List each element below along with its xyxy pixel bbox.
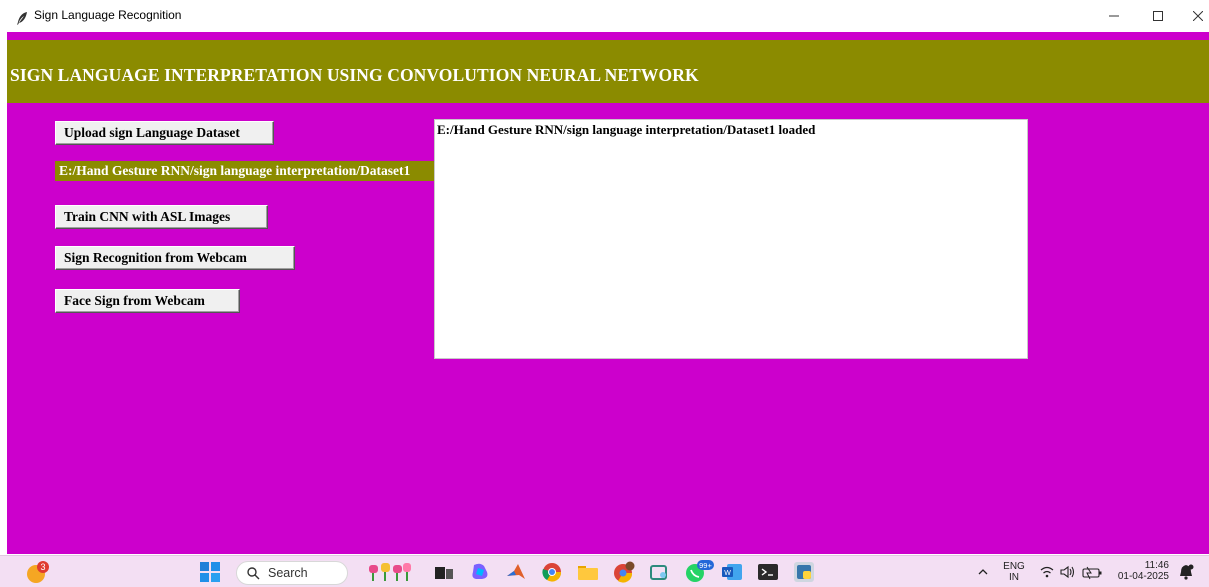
clock[interactable]: 11:46 01-04-2025 xyxy=(1113,560,1169,582)
language-top: ENG xyxy=(1003,561,1025,572)
whatsapp-badge: 99+ xyxy=(699,561,712,570)
header-bar: SIGN LANGUAGE INTERPRETATION USING CONVO… xyxy=(7,40,1209,103)
sign-recognition-webcam-button[interactable]: Sign Recognition from Webcam xyxy=(55,246,295,270)
taskbar-search[interactable]: Search xyxy=(236,561,348,585)
network-volume-battery[interactable] xyxy=(1038,561,1104,583)
dataset-path-label: E:/Hand Gesture RNN/sign language interp… xyxy=(55,161,448,181)
windows-start-icon xyxy=(200,562,220,582)
app-top-strip xyxy=(7,32,1209,40)
train-cnn-button[interactable]: Train CNN with ASL Images xyxy=(55,205,268,229)
volume-icon xyxy=(1060,565,1075,579)
snipping-tool-icon[interactable] xyxy=(648,561,672,583)
weather-icon: 3 xyxy=(27,561,49,583)
taskbar: 3 Search 99+ W ENG IN 11:46 01-04-2025 xyxy=(0,555,1209,587)
close-icon xyxy=(1193,11,1203,21)
maximize-button[interactable] xyxy=(1138,4,1178,28)
app-window: SIGN LANGUAGE INTERPRETATION USING CONVO… xyxy=(7,32,1209,554)
clock-date: 01-04-2025 xyxy=(1117,571,1169,582)
chrome-icon[interactable] xyxy=(540,561,564,583)
copilot-icon[interactable] xyxy=(468,561,492,583)
close-button[interactable] xyxy=(1178,4,1209,28)
minimize-icon xyxy=(1109,15,1119,17)
notification-bell-icon xyxy=(1180,564,1194,580)
notifications-button[interactable] xyxy=(1176,561,1196,583)
whatsapp-icon[interactable]: 99+ xyxy=(684,560,714,583)
search-placeholder: Search xyxy=(268,566,308,580)
wifi-icon xyxy=(1040,566,1054,578)
chevron-up-icon xyxy=(978,569,988,575)
language-bottom: IN xyxy=(1009,572,1019,583)
chrome-profile-icon[interactable] xyxy=(612,561,636,583)
search-icon xyxy=(247,566,260,579)
show-hidden-icons-button[interactable] xyxy=(976,561,990,583)
language-indicator[interactable]: ENG IN xyxy=(1000,561,1028,583)
matlab-icon[interactable] xyxy=(504,561,528,583)
clock-time: 11:46 xyxy=(1144,560,1169,571)
widgets-button[interactable]: 3 xyxy=(24,561,52,583)
maximize-icon xyxy=(1153,11,1163,21)
tulips-icon[interactable] xyxy=(366,561,414,583)
window-title: Sign Language Recognition xyxy=(34,8,182,22)
word-icon[interactable]: W xyxy=(720,561,744,583)
upload-dataset-button[interactable]: Upload sign Language Dataset xyxy=(55,121,274,145)
start-button[interactable] xyxy=(198,561,222,583)
output-text: E:/Hand Gesture RNN/sign language interp… xyxy=(437,122,816,137)
file-explorer-icon[interactable] xyxy=(576,561,600,583)
minimize-button[interactable] xyxy=(1094,4,1134,28)
window-titlebar: Sign Language Recognition xyxy=(0,0,1209,32)
feather-icon xyxy=(16,10,28,25)
task-view-icon[interactable] xyxy=(432,561,456,583)
face-sign-webcam-button[interactable]: Face Sign from Webcam xyxy=(55,289,240,313)
python-app-icon[interactable] xyxy=(792,561,816,583)
output-textbox[interactable]: E:/Hand Gesture RNN/sign language interp… xyxy=(434,119,1028,359)
svg-text:W: W xyxy=(724,570,731,577)
battery-icon xyxy=(1082,566,1102,580)
page-title: SIGN LANGUAGE INTERPRETATION USING CONVO… xyxy=(10,65,699,85)
notification-badge: 3 xyxy=(40,562,45,572)
terminal-icon[interactable] xyxy=(756,561,780,583)
